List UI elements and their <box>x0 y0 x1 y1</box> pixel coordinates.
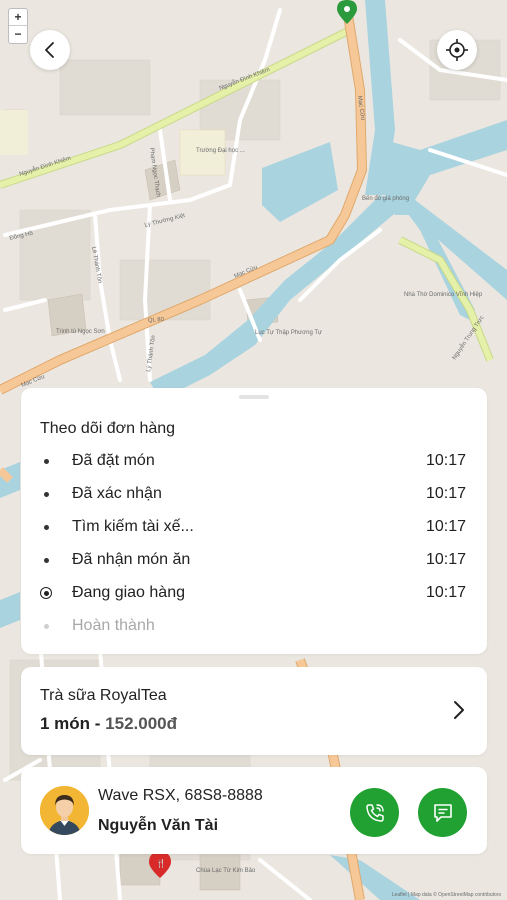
order-item-count: 1 món - <box>40 714 106 733</box>
step-time: 10:17 <box>425 485 466 502</box>
driver-vehicle: Wave RSX, 68S8-8888 <box>98 787 263 804</box>
tracking-step: Đã đặt món 10:17 <box>40 450 466 472</box>
phone-icon <box>365 803 384 822</box>
zoom-in-button[interactable]: + <box>9 9 27 26</box>
order-summary-card[interactable]: Trà sữa RoyalTea 1 món - 152.000đ <box>21 667 487 755</box>
order-tracking-screen: Nguyễn Đình Khiêm Nguyễn Đình Khiêm Mạc … <box>0 0 507 900</box>
tracking-step: Tìm kiếm tài xế... 10:17 <box>40 516 466 538</box>
place-label: Lục Tự Thập Phương Tự <box>255 330 322 336</box>
tracking-step-current: Đang giao hàng 10:17 <box>40 582 466 604</box>
place-label: Bến đò giá phòng <box>362 196 409 202</box>
step-label: Đang giao hàng <box>72 584 185 601</box>
step-label: Tìm kiếm tài xế... <box>72 518 194 535</box>
call-driver-button[interactable] <box>350 788 399 837</box>
driver-card: Wave RSX, 68S8-8888 Nguyễn Văn Tài <box>21 767 487 854</box>
svg-text:🍴: 🍴 <box>156 858 166 868</box>
driver-avatar <box>40 786 89 835</box>
drag-handle[interactable] <box>239 395 269 399</box>
step-time: 10:17 <box>425 584 466 601</box>
driver-name: Nguyễn Văn Tài <box>98 817 219 834</box>
zoom-out-button[interactable]: − <box>9 26 27 43</box>
step-current-radio <box>40 587 52 599</box>
step-time: 10:17 <box>425 551 466 568</box>
chat-icon <box>433 803 452 822</box>
place-label: Trinh tú Ngọc Sơn <box>56 329 105 335</box>
place-label: Chùa Lạc Từ Kim Bảo <box>196 868 256 874</box>
order-tracking-card: Theo dõi đơn hàng Đã đặt món 10:17 Đã xá… <box>21 388 487 654</box>
tracking-title: Theo dõi đơn hàng <box>40 420 176 437</box>
chat-driver-button[interactable] <box>418 788 467 837</box>
back-button[interactable] <box>30 30 70 70</box>
place-label: Trường Đại học ... <box>196 148 245 154</box>
step-pending-dot <box>40 620 52 632</box>
step-time: 10:17 <box>425 518 466 535</box>
street-label: QL 80 <box>148 317 165 324</box>
tracking-step-pending: Hoàn thành <box>40 615 466 637</box>
step-done-dot <box>40 554 52 566</box>
locate-button[interactable] <box>437 30 477 70</box>
tracking-step: Đã nhận món ăn 10:17 <box>40 549 466 571</box>
place-label: Nhà Thờ Dominico Vĩnh Hiệp <box>404 292 483 298</box>
step-done-dot <box>40 488 52 500</box>
step-label: Đã xác nhận <box>72 485 162 502</box>
step-done-dot <box>40 521 52 533</box>
map-attribution[interactable]: Leaflet | Map data © OpenStreetMap contr… <box>392 892 501 898</box>
locate-crosshair-icon <box>446 39 468 61</box>
shop-name: Trà sữa RoyalTea <box>40 687 167 704</box>
step-label: Đã đặt món <box>72 452 155 469</box>
step-label: Đã nhận món ăn <box>72 551 191 568</box>
step-done-dot <box>40 455 52 467</box>
step-time: 10:17 <box>425 452 466 469</box>
order-summary: 1 món - 152.000đ <box>40 714 177 734</box>
back-arrow-icon <box>45 42 54 58</box>
tracking-step: Đã xác nhận 10:17 <box>40 483 466 505</box>
order-price: 152.000đ <box>105 714 178 733</box>
zoom-control: + − <box>8 8 28 44</box>
step-label: Hoàn thành <box>72 617 155 634</box>
chevron-right-icon[interactable] <box>453 700 465 720</box>
